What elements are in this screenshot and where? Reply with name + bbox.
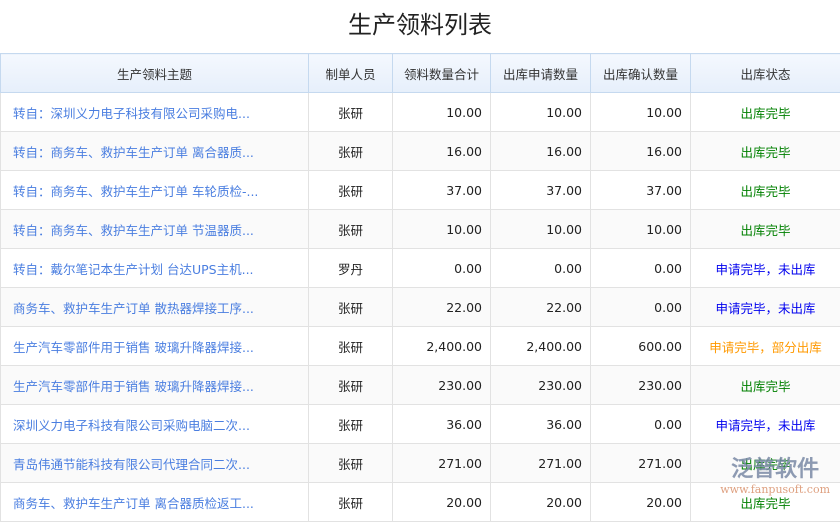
total-qty-cell: 10.00: [393, 93, 491, 132]
total-qty-cell: 10.00: [393, 210, 491, 249]
status-cell: 申请完毕，未出库: [691, 249, 840, 288]
apply-qty-cell: 271.00: [491, 444, 591, 483]
confirm-qty-cell: 0.00: [591, 405, 691, 444]
total-qty-cell: 22.00: [393, 288, 491, 327]
table-row[interactable]: 转自：商务车、救护车生产订单 节温器质...张研10.0010.0010.00出…: [1, 210, 840, 249]
column-header[interactable]: 生产领料主题: [1, 54, 309, 93]
confirm-qty-cell: 10.00: [591, 93, 691, 132]
apply-qty-cell: 10.00: [491, 93, 591, 132]
total-qty-cell: 271.00: [393, 444, 491, 483]
status-cell: 申请完毕，未出库: [691, 405, 840, 444]
subject-link[interactable]: 转自：深圳义力电子科技有限公司采购电...: [1, 93, 309, 132]
creator-cell: 张研: [309, 171, 393, 210]
table-row[interactable]: 转自：深圳义力电子科技有限公司采购电...张研10.0010.0010.00出库…: [1, 93, 840, 132]
creator-cell: 张研: [309, 405, 393, 444]
apply-qty-cell: 10.00: [491, 210, 591, 249]
status-cell: 出库完毕: [691, 132, 840, 171]
table-row[interactable]: 生产汽车零部件用于销售 玻璃升降器焊接...张研230.00230.00230.…: [1, 366, 840, 405]
table-row[interactable]: 青岛伟通节能科技有限公司代理合同二次...张研271.00271.00271.0…: [1, 444, 840, 483]
apply-qty-cell: 0.00: [491, 249, 591, 288]
column-header[interactable]: 出库状态: [691, 54, 840, 93]
confirm-qty-cell: 37.00: [591, 171, 691, 210]
confirm-qty-cell: 10.00: [591, 210, 691, 249]
table-row[interactable]: 商务车、救护车生产订单 离合器质检返工...张研20.0020.0020.00出…: [1, 483, 840, 522]
total-qty-cell: 20.00: [393, 483, 491, 522]
subject-link[interactable]: 深圳义力电子科技有限公司采购电脑二次...: [1, 405, 309, 444]
apply-qty-cell: 37.00: [491, 171, 591, 210]
creator-cell: 罗丹: [309, 249, 393, 288]
total-qty-cell: 37.00: [393, 171, 491, 210]
creator-cell: 张研: [309, 288, 393, 327]
confirm-qty-cell: 0.00: [591, 249, 691, 288]
apply-qty-cell: 22.00: [491, 288, 591, 327]
column-header[interactable]: 制单人员: [309, 54, 393, 93]
apply-qty-cell: 20.00: [491, 483, 591, 522]
status-cell: 出库完毕: [691, 93, 840, 132]
creator-cell: 张研: [309, 327, 393, 366]
creator-cell: 张研: [309, 483, 393, 522]
column-header[interactable]: 出库确认数量: [591, 54, 691, 93]
subject-link[interactable]: 商务车、救护车生产订单 离合器质检返工...: [1, 483, 309, 522]
table-row[interactable]: 转自：商务车、救护车生产订单 离合器质...张研16.0016.0016.00出…: [1, 132, 840, 171]
table-row[interactable]: 深圳义力电子科技有限公司采购电脑二次...张研36.0036.000.00申请完…: [1, 405, 840, 444]
creator-cell: 张研: [309, 210, 393, 249]
status-cell: 申请完毕，未出库: [691, 288, 840, 327]
subject-link[interactable]: 转自：商务车、救护车生产订单 离合器质...: [1, 132, 309, 171]
status-cell: 出库完毕: [691, 483, 840, 522]
subject-link[interactable]: 商务车、救护车生产订单 散热器焊接工序...: [1, 288, 309, 327]
page-title: 生产领料列表: [0, 0, 840, 53]
status-cell: 出库完毕: [691, 444, 840, 483]
confirm-qty-cell: 0.00: [591, 288, 691, 327]
subject-link[interactable]: 转自：戴尔笔记本生产计划 台达UPS主机...: [1, 249, 309, 288]
creator-cell: 张研: [309, 444, 393, 483]
subject-link[interactable]: 生产汽车零部件用于销售 玻璃升降器焊接...: [1, 366, 309, 405]
subject-link[interactable]: 转自：商务车、救护车生产订单 节温器质...: [1, 210, 309, 249]
status-cell: 出库完毕: [691, 210, 840, 249]
total-qty-cell: 16.00: [393, 132, 491, 171]
confirm-qty-cell: 600.00: [591, 327, 691, 366]
total-qty-cell: 230.00: [393, 366, 491, 405]
subject-link[interactable]: 青岛伟通节能科技有限公司代理合同二次...: [1, 444, 309, 483]
total-qty-cell: 0.00: [393, 249, 491, 288]
column-header[interactable]: 出库申请数量: [491, 54, 591, 93]
apply-qty-cell: 230.00: [491, 366, 591, 405]
total-qty-cell: 2,400.00: [393, 327, 491, 366]
confirm-qty-cell: 230.00: [591, 366, 691, 405]
creator-cell: 张研: [309, 366, 393, 405]
table-row[interactable]: 转自：戴尔笔记本生产计划 台达UPS主机...罗丹0.000.000.00申请完…: [1, 249, 840, 288]
confirm-qty-cell: 20.00: [591, 483, 691, 522]
apply-qty-cell: 2,400.00: [491, 327, 591, 366]
status-cell: 申请完毕，部分出库: [691, 327, 840, 366]
confirm-qty-cell: 16.00: [591, 132, 691, 171]
apply-qty-cell: 16.00: [491, 132, 591, 171]
subject-link[interactable]: 生产汽车零部件用于销售 玻璃升降器焊接...: [1, 327, 309, 366]
material-requisition-table: 生产领料主题制单人员领料数量合计出库申请数量出库确认数量出库状态 转自：深圳义力…: [0, 53, 840, 522]
table-row[interactable]: 生产汽车零部件用于销售 玻璃升降器焊接...张研2,400.002,400.00…: [1, 327, 840, 366]
creator-cell: 张研: [309, 132, 393, 171]
confirm-qty-cell: 271.00: [591, 444, 691, 483]
total-qty-cell: 36.00: [393, 405, 491, 444]
column-header[interactable]: 领料数量合计: [393, 54, 491, 93]
creator-cell: 张研: [309, 93, 393, 132]
status-cell: 出库完毕: [691, 366, 840, 405]
table-row[interactable]: 转自：商务车、救护车生产订单 车轮质检-...张研37.0037.0037.00…: [1, 171, 840, 210]
table-row[interactable]: 商务车、救护车生产订单 散热器焊接工序...张研22.0022.000.00申请…: [1, 288, 840, 327]
subject-link[interactable]: 转自：商务车、救护车生产订单 车轮质检-...: [1, 171, 309, 210]
status-cell: 出库完毕: [691, 171, 840, 210]
apply-qty-cell: 36.00: [491, 405, 591, 444]
